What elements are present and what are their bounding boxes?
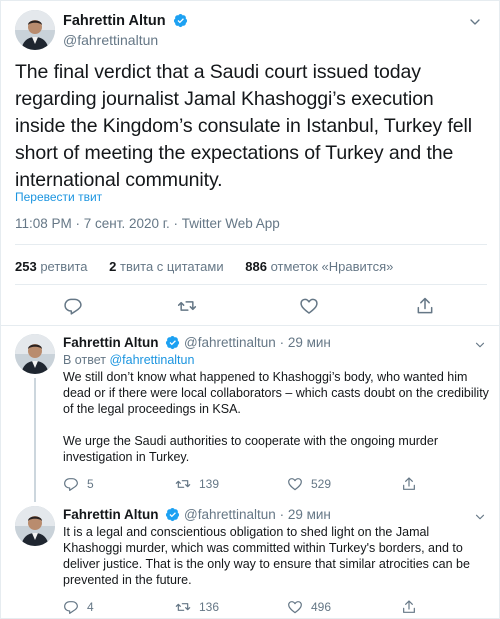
avatar-photo-icon [15, 10, 55, 50]
share-icon[interactable] [415, 296, 435, 316]
reply-to-prefix: В ответ [63, 352, 106, 367]
reply-text: It is a legal and conscientious obligati… [63, 524, 491, 588]
like-button[interactable]: 496 [287, 599, 331, 615]
reply-tweet[interactable]: Fahrettin Altun @fahrettinaltun · 29 мин… [1, 326, 500, 502]
tweet-stats: 253 ретвита 2 твита с цитатами 886 отмет… [15, 259, 411, 274]
reply-time[interactable]: 29 мин [288, 335, 331, 350]
reply-text: We still don’t know what happened to Kha… [63, 369, 491, 465]
reply-time[interactable]: 29 мин [288, 507, 331, 522]
reply-paragraph: It is a legal and conscientious obligati… [63, 524, 470, 587]
likes-stat[interactable]: 886 отметок «Нравится» [245, 259, 393, 274]
quotes-count: 2 [109, 259, 117, 274]
share-icon [403, 600, 415, 613]
verified-badge-icon [166, 507, 180, 521]
reply-to-mention[interactable]: @fahrettinaltun [109, 353, 194, 367]
verified-badge-icon [173, 14, 188, 28]
reply-paragraph: We still don’t know what happened to Kha… [63, 369, 489, 416]
like-count: 529 [311, 476, 332, 491]
author-handle[interactable]: @fahrettinaltun [184, 335, 276, 350]
reply-icon [64, 478, 78, 491]
tweet-page: Fahrettin Altun @fahrettinaltun The fina… [0, 0, 500, 619]
reply-header: Fahrettin Altun @fahrettinaltun · 29 мин [63, 506, 491, 522]
like-button[interactable]: 529 [287, 476, 331, 492]
share-icon [403, 477, 415, 490]
reply-paragraph: We urge the Saudi authorities to coopera… [63, 433, 438, 464]
author-handle[interactable]: @fahrettinaltun [184, 507, 276, 522]
reply-button[interactable]: 5 [63, 476, 94, 492]
retweet-icon[interactable] [177, 296, 197, 316]
avatar[interactable] [15, 10, 55, 50]
thread-line [34, 378, 36, 502]
divider [15, 284, 487, 285]
avatar-photo-icon [15, 334, 55, 374]
like-icon [288, 601, 302, 614]
retweet-count: 139 [199, 476, 220, 491]
author-name[interactable]: Fahrettin Altun [63, 335, 159, 350]
chevron-down-icon[interactable] [473, 338, 487, 352]
translate-tweet-link[interactable]: Перевести твит [15, 190, 102, 204]
author-block: Fahrettin Altun @fahrettinaltun [63, 12, 188, 48]
chevron-down-icon[interactable] [467, 14, 483, 30]
separator-dot: · [279, 334, 285, 350]
like-icon [288, 478, 302, 491]
retweets-count: 253 [15, 259, 37, 274]
reply-icon[interactable] [63, 296, 83, 316]
likes-label: отметок «Нравится» [270, 259, 394, 274]
retweet-icon [175, 603, 191, 611]
chevron-down-icon[interactable] [473, 510, 487, 524]
reply-action-bar: 4 136 496 [63, 596, 491, 619]
retweet-button[interactable]: 139 [175, 476, 219, 492]
retweet-icon [175, 480, 191, 488]
separator-dot: · [279, 506, 285, 522]
tweet-text: The final verdict that a Saudi court iss… [15, 61, 472, 191]
reply-count: 4 [87, 599, 94, 614]
like-count: 496 [311, 599, 332, 614]
reply-count: 5 [87, 476, 94, 491]
reply-tweet[interactable]: Fahrettin Altun @fahrettinaltun · 29 мин… [1, 498, 500, 619]
reply-button[interactable]: 4 [63, 599, 94, 615]
avatar[interactable] [15, 506, 55, 546]
retweets-stat[interactable]: 253 ретвита [15, 259, 88, 274]
share-button[interactable] [401, 476, 417, 492]
reply-icon [64, 601, 78, 614]
author-name[interactable]: Fahrettin Altun [63, 507, 159, 522]
retweets-label: ретвита [40, 259, 88, 274]
quotes-stat[interactable]: 2 твита с цитатами [109, 259, 223, 274]
share-button[interactable] [401, 599, 417, 615]
author-handle[interactable]: @fahrettinaltun [63, 32, 188, 48]
reply-header: Fahrettin Altun @fahrettinaltun · 29 мин [63, 334, 491, 350]
divider [15, 244, 487, 245]
reply-to-line: В ответ @fahrettinaltun [63, 353, 491, 367]
retweet-button[interactable]: 136 [175, 599, 219, 615]
reply-body: Fahrettin Altun @fahrettinaltun · 29 мин… [63, 334, 491, 499]
reply-action-bar: 5 139 529 [63, 473, 491, 499]
reply-body: Fahrettin Altun @fahrettinaltun · 29 мин… [63, 506, 491, 619]
retweet-count: 136 [199, 599, 220, 614]
avatar-photo-icon [15, 506, 55, 546]
tweet-action-bar [15, 291, 487, 321]
avatar[interactable] [15, 334, 55, 374]
likes-count: 886 [245, 259, 267, 274]
verified-badge-icon [166, 335, 180, 349]
main-tweet-header: Fahrettin Altun @fahrettinaltun [15, 8, 487, 52]
tweet-timestamp[interactable]: 11:08 PM · 7 сент. 2020 г. · Twitter Web… [15, 216, 280, 231]
quotes-label: твита с цитатами [120, 259, 224, 274]
author-name[interactable]: Fahrettin Altun [63, 13, 166, 29]
like-icon[interactable] [299, 296, 319, 316]
